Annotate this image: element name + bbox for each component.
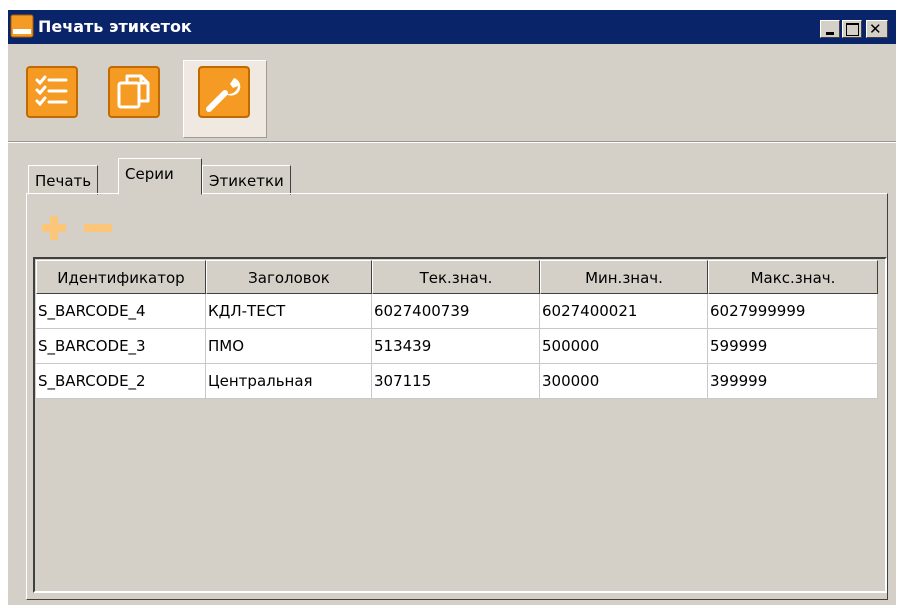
app-window: Печать этикеток ✕ Печать Серии Этикетки … [8, 10, 896, 605]
table-cell[interactable]: Центральная [206, 364, 372, 399]
maximize-button[interactable] [842, 20, 862, 38]
table-cell[interactable]: 399999 [708, 364, 878, 399]
table-cell[interactable]: 513439 [372, 329, 540, 364]
app-icon [10, 14, 34, 38]
column-header-min[interactable]: Мин.знач. [540, 260, 708, 294]
tab-print[interactable]: Печать [28, 165, 99, 195]
tab-series[interactable]: Серии [118, 158, 202, 195]
maximize-icon [846, 23, 859, 36]
wrench-icon [206, 78, 241, 112]
table-cell[interactable]: ПМО [206, 329, 372, 364]
minimize-button[interactable] [820, 20, 840, 38]
column-header-id[interactable]: Идентификатор [36, 260, 206, 294]
toolbar-separator-highlight [8, 142, 896, 143]
minimize-icon [826, 32, 834, 35]
toolbar-button-copy[interactable] [108, 66, 160, 118]
table-cell[interactable]: 6027400021 [540, 294, 708, 329]
toolbar-button-checklist[interactable] [26, 66, 78, 118]
copy-icon [117, 74, 150, 109]
tab-series-label: Серии [125, 165, 174, 183]
title-bar[interactable]: Печать этикеток ✕ [8, 10, 896, 44]
close-button[interactable]: ✕ [866, 20, 888, 38]
plus-icon[interactable] [40, 214, 68, 242]
tab-labels[interactable]: Этикетки [202, 165, 291, 195]
tab-labels-label: Этикетки [209, 172, 284, 190]
series-table[interactable]: Идентификатор Заголовок Тек.знач. Мин.зн… [33, 257, 887, 593]
column-header-title[interactable]: Заголовок [206, 260, 372, 294]
table-cell[interactable]: 6027999999 [708, 294, 878, 329]
tab-print-label: Печать [35, 172, 92, 190]
table-cell[interactable]: 599999 [708, 329, 878, 364]
table-cell[interactable]: S_BARCODE_3 [36, 329, 206, 364]
table-cell[interactable]: КДЛ-ТЕСТ [206, 294, 372, 329]
minus-icon[interactable] [83, 223, 113, 233]
toolbar-button-settings[interactable] [198, 66, 250, 118]
table-cell[interactable]: 307115 [372, 364, 540, 399]
table-cell[interactable]: 6027400739 [372, 294, 540, 329]
table-cell[interactable]: S_BARCODE_4 [36, 294, 206, 329]
window-title: Печать этикеток [38, 17, 192, 36]
column-header-current[interactable]: Тек.знач. [372, 260, 540, 294]
table-cell[interactable]: 300000 [540, 364, 708, 399]
column-header-max[interactable]: Макс.знач. [708, 260, 878, 294]
table-cell[interactable]: S_BARCODE_2 [36, 364, 206, 399]
checklist-icon [35, 75, 68, 107]
table-cell[interactable]: 500000 [540, 329, 708, 364]
close-icon: ✕ [869, 20, 882, 38]
